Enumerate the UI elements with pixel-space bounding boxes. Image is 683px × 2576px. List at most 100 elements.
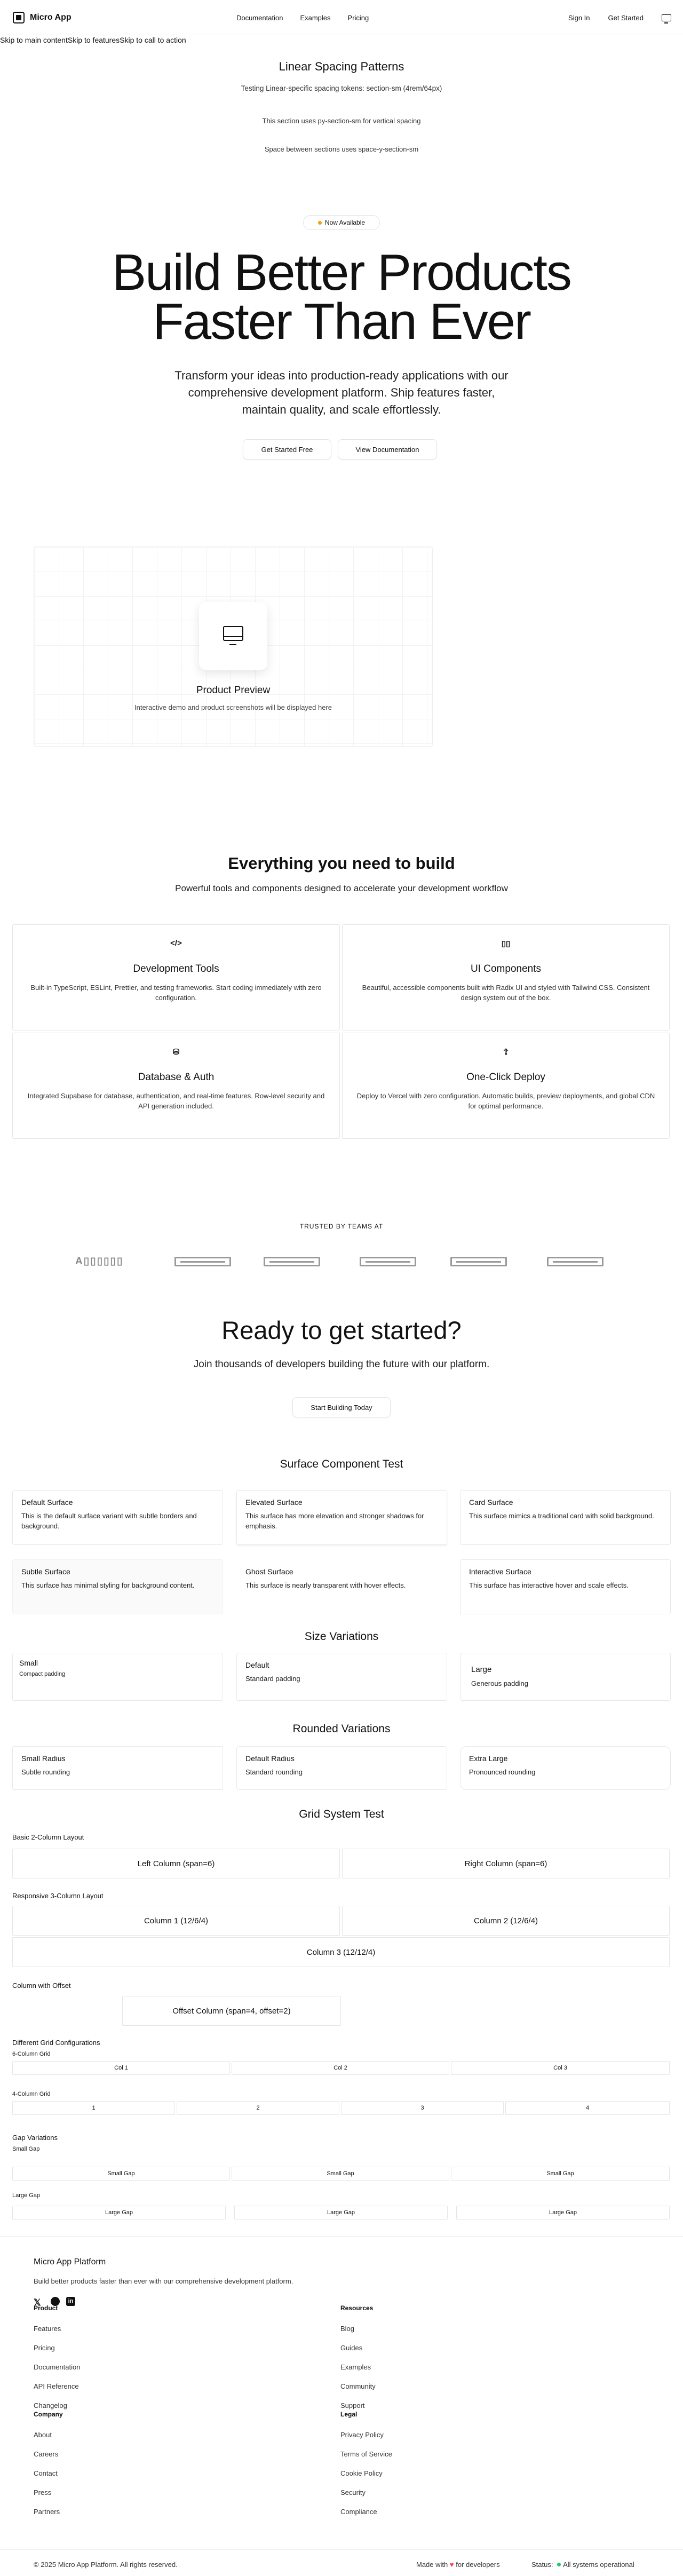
- footer-link[interactable]: Support: [340, 2401, 365, 2409]
- status-label: Status:: [531, 2561, 553, 2569]
- hero-subtitle: Transform your ideas into production-rea…: [174, 369, 509, 416]
- skip-cta-link[interactable]: Skip to call to action: [120, 36, 186, 44]
- card-surface-card: Card Surface This surface mimics a tradi…: [460, 1490, 671, 1545]
- grid-cell: Offset Column (span=4, offset=2): [122, 1996, 341, 2026]
- made-with-prefix: Made with: [416, 2561, 448, 2569]
- card-title: Elevated Surface: [245, 1498, 303, 1507]
- nav-documentation[interactable]: Documentation: [236, 14, 283, 22]
- nav-examples[interactable]: Examples: [300, 14, 330, 22]
- card-desc: Pronounced rounding: [469, 1768, 536, 1776]
- grid-cell: 1: [12, 2101, 175, 2115]
- get-started-free-button[interactable]: Get Started Free: [243, 439, 331, 459]
- skip-features-link[interactable]: Skip to features: [68, 36, 120, 44]
- offset-grid-label: Column with Offset: [12, 1981, 71, 1990]
- customer-logo: [174, 1257, 231, 1266]
- footer-link[interactable]: Blog: [340, 2325, 354, 2333]
- grid-cell: 4: [505, 2101, 670, 2115]
- card-title: Card Surface: [469, 1498, 513, 1507]
- footer-link[interactable]: Terms of Service: [340, 2450, 392, 2458]
- grid-cell: Col 1: [12, 2061, 230, 2075]
- get-started-link[interactable]: Get Started: [608, 14, 644, 22]
- card-title: Default Surface: [21, 1498, 73, 1507]
- app-name: Micro App: [30, 12, 72, 22]
- footer-link[interactable]: Community: [340, 2382, 376, 2390]
- cloud-upload-icon: ⇪: [502, 1048, 510, 1057]
- nav-pricing[interactable]: Pricing: [348, 14, 369, 22]
- small-radius-card: Small Radius Subtle rounding: [12, 1746, 223, 1790]
- theme-toggle-icon[interactable]: [662, 14, 671, 23]
- view-documentation-button[interactable]: View Documentation: [338, 439, 437, 459]
- small-size-card: Small Compact padding: [12, 1653, 223, 1701]
- ghost-surface-card[interactable]: Ghost Surface This surface is nearly tra…: [236, 1559, 447, 1614]
- app-logo[interactable]: Micro App: [13, 11, 72, 23]
- footer-link[interactable]: Compliance: [340, 2508, 377, 2516]
- footer-brand: Micro App Platform: [34, 2257, 106, 2266]
- footer-link[interactable]: Contact: [34, 2469, 58, 2477]
- made-with-suffix: for developers: [456, 2561, 500, 2569]
- code-icon: </>: [170, 939, 182, 948]
- grid-cell: Column 1 (12/6/4): [12, 1906, 340, 1936]
- footer-link[interactable]: About: [34, 2431, 52, 2439]
- gap-variations-label: Gap Variations: [12, 2134, 58, 2142]
- footer-link[interactable]: Security: [340, 2488, 366, 2496]
- responsive-grid-label: Responsive 3-Column Layout: [12, 1892, 104, 1900]
- spacing-py-note: This section uses py-section-sm for vert…: [262, 117, 421, 125]
- footer-link[interactable]: Pricing: [34, 2344, 55, 2352]
- status-value: All systems operational: [563, 2561, 634, 2569]
- footer-link[interactable]: Cookie Policy: [340, 2469, 383, 2477]
- grid-cell: Left Column (span=6): [12, 1849, 340, 1879]
- footer-link[interactable]: Changelog: [34, 2401, 67, 2409]
- card-desc: This surface has interactive hover and s…: [469, 1581, 629, 1589]
- grid-cell: Small Gap: [12, 2167, 230, 2181]
- footer-link[interactable]: Guides: [340, 2344, 362, 2352]
- small-gap-label: Small Gap: [12, 2146, 40, 2152]
- skip-main-link[interactable]: Skip to main content: [0, 36, 68, 44]
- footer-legal-heading: Legal: [340, 2411, 358, 2418]
- sign-in-link[interactable]: Sign In: [568, 14, 590, 22]
- default-surface-card: Default Surface This is the default surf…: [12, 1490, 223, 1545]
- components-icon: ▯▯: [501, 939, 511, 948]
- grid-configs-label: Different Grid Configurations: [12, 2039, 100, 2047]
- card-desc: This is the default surface variant with…: [21, 1512, 197, 1530]
- badge-dot-icon: [317, 220, 322, 225]
- grid-cell: Large Gap: [12, 2206, 226, 2220]
- grid-cell: Column 3 (12/12/4): [12, 1937, 670, 1967]
- footer-link[interactable]: API Reference: [34, 2382, 79, 2390]
- grid-cell: Col 2: [232, 2061, 449, 2075]
- default-radius-card: Default Radius Standard rounding: [236, 1746, 447, 1790]
- card-title: Extra Large: [469, 1754, 508, 1763]
- footer-link[interactable]: Careers: [34, 2450, 58, 2458]
- interactive-surface-card[interactable]: Interactive Surface This surface has int…: [460, 1559, 671, 1614]
- footer-link[interactable]: Press: [34, 2488, 51, 2496]
- spacing-space-note: Space between sections uses space-y-sect…: [264, 145, 419, 153]
- badge-label: Now Available: [324, 219, 366, 226]
- feature-title: Database & Auth: [138, 1072, 215, 1083]
- customer-logo: [450, 1257, 507, 1266]
- made-with: Made with ♥ for developers: [416, 2561, 500, 2569]
- feature-card: ⛁ Database & Auth Integrated Supabase fo…: [12, 1033, 340, 1139]
- card-desc: This surface has more elevation and stro…: [245, 1512, 424, 1530]
- footer-resources-heading: Resources: [340, 2304, 374, 2312]
- copyright: © 2025 Micro App Platform. All rights re…: [34, 2561, 178, 2569]
- site-header: Micro App Documentation Examples Pricing…: [0, 0, 683, 35]
- footer-link[interactable]: Partners: [34, 2508, 60, 2516]
- trusted-title: TRUSTED BY TEAMS AT: [299, 1223, 384, 1230]
- footer-link[interactable]: Privacy Policy: [340, 2431, 384, 2439]
- footer-tagline: Build better products faster than ever w…: [34, 2277, 293, 2285]
- preview-title: Product Preview: [196, 685, 271, 696]
- footer-link[interactable]: Features: [34, 2325, 61, 2333]
- monitor-icon: [223, 626, 243, 645]
- subtle-surface-card: Subtle Surface This surface has minimal …: [12, 1559, 223, 1614]
- feature-desc: Built-in TypeScript, ESLint, Prettier, a…: [30, 984, 322, 1002]
- linkedin-icon[interactable]: in: [66, 2297, 75, 2306]
- spacing-title: Linear Spacing Patterns: [279, 60, 404, 73]
- default-size-card: Default Standard padding: [236, 1653, 447, 1701]
- card-desc: Subtle rounding: [21, 1768, 70, 1776]
- start-building-button[interactable]: Start Building Today: [292, 1397, 391, 1417]
- card-title: Small: [19, 1659, 38, 1667]
- feature-title: Development Tools: [133, 963, 219, 974]
- footer-link[interactable]: Examples: [340, 2363, 371, 2371]
- grid-cell: 2: [177, 2101, 339, 2115]
- footer-link[interactable]: Documentation: [34, 2363, 80, 2371]
- card-title: Default: [245, 1661, 269, 1669]
